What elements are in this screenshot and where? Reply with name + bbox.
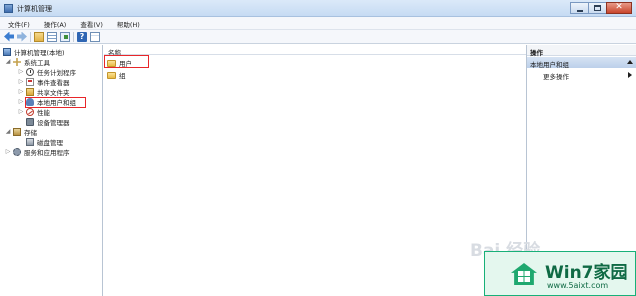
expand-icon[interactable]: ▷ [18,89,24,95]
brand-name: Win7家园 [545,263,628,283]
tree-item-task-scheduler[interactable]: ▷ 任务计划程序 [18,67,76,77]
tree-item-disk-management[interactable]: 磁盘管理 [26,137,63,147]
tree-item-label: 事件查看器 [37,79,70,87]
menu-bar: 文件(F) 操作(A) 查看(V) 帮助(H) [0,17,636,30]
tree-item-device-manager[interactable]: 设备管理器 [26,117,70,127]
tree-item-label: 性能 [37,109,50,117]
menu-file[interactable]: 文件(F) [0,17,36,29]
actions-header: 操作 [527,45,636,57]
computer-management-window: 计算机管理 ✕ 文件(F) 操作(A) 查看(V) 帮助(H) ? 计算机管理(… [0,0,636,296]
menu-help[interactable]: 帮助(H) [109,17,146,29]
minimize-button[interactable] [570,2,588,14]
expand-icon[interactable]: ▷ [18,79,24,85]
collapse-icon[interactable]: ◢ [5,59,11,65]
collapse-up-icon[interactable] [627,60,633,64]
more-actions-link[interactable]: 更多操作 [543,71,569,81]
column-header-name[interactable]: 名称 [104,45,526,57]
collapse-icon[interactable]: ◢ [5,129,11,135]
device-manager-icon [26,118,34,126]
content-list: 名称 用户 组 [104,45,526,296]
navigation-tree: 计算机管理(本地) ◢ 系统工具 ▷ 任务计划程序 ▷ 事件查看器 ▷ 共享文件… [0,45,103,296]
highlight-box-local-users-groups [25,97,86,108]
tree-item-label: 磁盘管理 [37,139,63,147]
shared-folder-icon [26,88,34,96]
expand-icon[interactable]: ▷ [18,99,24,105]
tools-icon [13,58,21,66]
show-hide-tree-icon[interactable] [47,31,57,42]
submenu-arrow-icon[interactable] [628,72,632,78]
tree-item-storage[interactable]: ◢ 存储 [5,127,37,137]
house-logo-icon [509,258,539,288]
tree-item-services-apps[interactable]: ▷ 服务和应用程序 [5,147,70,157]
toolbar-separator [30,31,31,42]
window-controls: ✕ [570,2,632,15]
up-folder-icon[interactable] [34,31,44,42]
event-viewer-icon [26,78,34,86]
tree-item-event-viewer[interactable]: ▷ 事件查看器 [18,77,70,87]
tree-item-shared-folders[interactable]: ▷ 共享文件夹 [18,87,70,97]
list-item-groups[interactable]: 组 [107,70,126,80]
expand-icon[interactable]: ▷ [18,69,24,75]
toolbar-separator [73,31,74,42]
tree-item-label: 服务和应用程序 [24,149,70,157]
expand-icon[interactable]: ▷ [5,149,11,155]
win7-home-brand-badge: Win7家园 www.5aixt.com [484,251,636,296]
tree-item-system-tools[interactable]: ◢ 系统工具 [5,57,50,67]
tree-item-performance[interactable]: ▷ 性能 [18,107,50,117]
menu-action[interactable]: 操作(A) [36,17,73,29]
computer-management-app-icon [4,4,13,13]
expand-icon[interactable]: ▷ [18,109,24,115]
window-title: 计算机管理 [17,5,52,13]
actions-section-label: 本地用户和组 [530,61,569,69]
list-item-label: 组 [119,72,126,80]
tree-item-label: 系统工具 [24,59,50,67]
forward-arrow-icon[interactable] [17,31,27,42]
disk-icon [26,138,34,146]
toolbar: ? [0,30,636,44]
storage-icon [13,128,21,136]
menu-view[interactable]: 查看(V) [72,17,109,29]
title-bar[interactable]: 计算机管理 ✕ [0,0,636,17]
tree-item-label: 共享文件夹 [37,89,70,97]
help-icon[interactable]: ? [77,31,87,42]
tree-item-label: 任务计划程序 [37,69,76,77]
highlight-box-users [104,55,149,68]
tree-item-label: 计算机管理(本地) [14,49,65,57]
maximize-icon [594,5,601,11]
computer-icon [3,48,11,56]
tree-item-label: 存储 [24,129,37,137]
services-icon [13,148,21,156]
tree-item-label: 设备管理器 [37,119,70,127]
clock-icon [26,68,34,76]
export-list-icon[interactable] [60,31,70,42]
folder-icon [107,71,116,79]
brand-url: www.5aixt.com [547,281,609,290]
close-icon: ✕ [615,2,623,12]
close-button[interactable]: ✕ [606,2,632,14]
performance-icon [26,108,34,116]
back-arrow-icon[interactable] [4,31,14,42]
actions-section-local-users-groups[interactable]: 本地用户和组 [527,57,636,69]
view-icon[interactable] [90,31,100,42]
maximize-button[interactable] [588,2,606,14]
tree-item-root[interactable]: 计算机管理(本地) [3,47,65,57]
minimize-icon [577,10,583,12]
